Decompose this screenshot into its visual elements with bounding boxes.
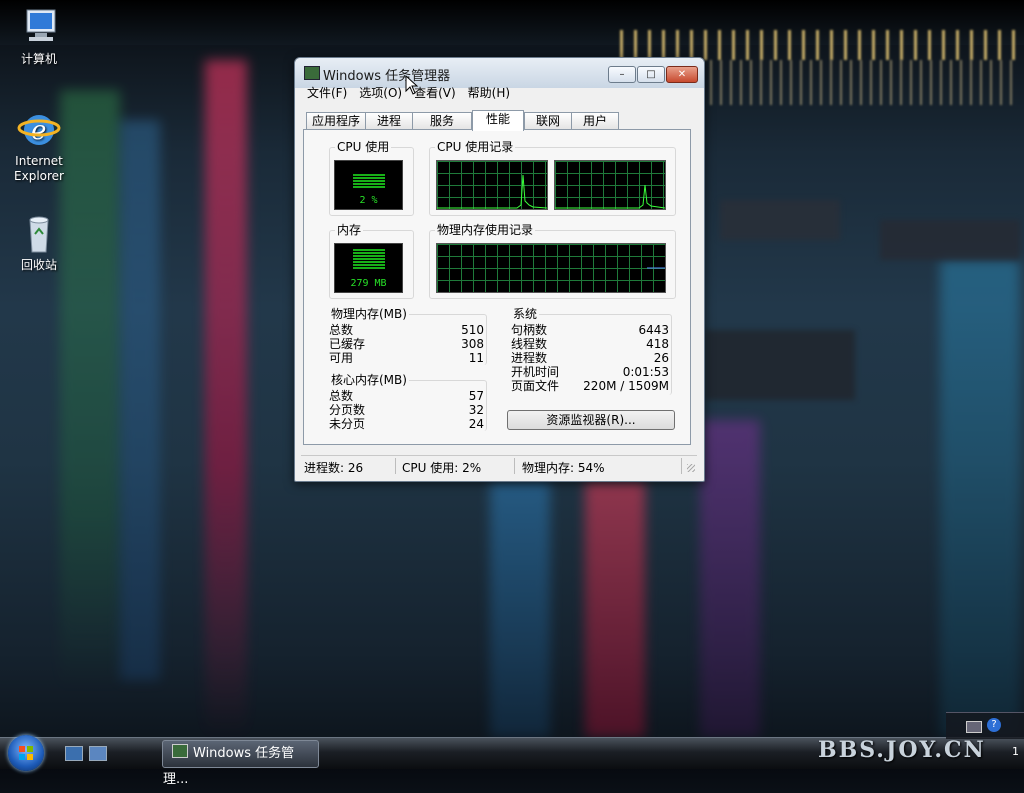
internet-explorer-icon: e xyxy=(17,108,61,150)
system-uptime: 开机时间 0:01:53 xyxy=(511,365,669,379)
cpu-history-title: CPU 使用记录 xyxy=(435,140,516,154)
menu-file[interactable]: 文件(F) xyxy=(301,84,353,102)
cpu-history-graph-core-1 xyxy=(436,160,548,210)
memory-meter: 279 MB xyxy=(334,243,403,293)
resize-grip-icon[interactable] xyxy=(687,464,695,472)
kernel-memory-paged: 分页数 32 xyxy=(329,403,484,417)
memory-history-title: 物理内存使用记录 xyxy=(435,223,536,237)
clock[interactable]: 1 xyxy=(1012,745,1019,758)
system-group: 系统 句柄数 6443 线程数 418 进程数 26 开机时间 0:01:53 页面文件… xyxy=(511,307,672,395)
recycle-bin-icon xyxy=(17,212,61,254)
notification-area: ? 1 xyxy=(946,712,1024,758)
window-title: Windows 任务管理器 xyxy=(323,69,451,84)
desktop-icon-label: 计算机 xyxy=(20,52,57,66)
kernel-memory-total: 总数 57 xyxy=(329,389,484,403)
help-icon[interactable]: ? xyxy=(987,718,1001,732)
cpu-history-graph-core-2 xyxy=(554,160,666,210)
menu-options[interactable]: 选项(O) xyxy=(353,84,408,102)
tab-services[interactable]: 服务 xyxy=(412,112,472,130)
desktop-icon-computer[interactable]: 计算机 xyxy=(0,6,78,67)
memory-meter-bars xyxy=(353,249,385,269)
cpu-meter-bars xyxy=(353,174,385,188)
physical-memory-available: 可用 11 xyxy=(329,351,484,365)
task-manager-taskbar-icon xyxy=(172,744,188,758)
system-processes: 进程数 26 xyxy=(511,351,669,365)
system-page-file: 页面文件 220M / 1509M xyxy=(511,379,669,393)
cpu-usage-group: CPU 使用 2 % xyxy=(329,140,414,216)
taskbar-button-task-manager[interactable]: Windows 任务管理... xyxy=(162,740,319,787)
memory-group: 内存 279 MB xyxy=(329,223,414,299)
cpu-usage-title: CPU 使用 xyxy=(335,140,392,154)
minimize-button[interactable]: – xyxy=(608,66,636,83)
physical-memory-group: 物理内存(MB) 总数 510 已缓存 308 可用 11 xyxy=(329,307,487,365)
windows-logo-icon xyxy=(19,746,33,760)
watermark-text: BBS.JOY.CN xyxy=(818,737,986,763)
show-desktop-icon[interactable] xyxy=(65,746,83,761)
status-memory: 物理内存: 54% xyxy=(522,461,605,475)
maximize-icon: □ xyxy=(646,69,656,80)
resource-monitor-button[interactable]: 资源监视器(R)... xyxy=(507,410,675,430)
kernel-memory-nonpaged: 未分页 24 xyxy=(329,417,484,431)
computer-icon xyxy=(17,6,61,48)
cpu-usage-value: 2 % xyxy=(359,195,378,206)
tab-processes[interactable]: 进程 xyxy=(365,112,413,130)
desktop-icon-recycle-bin[interactable]: 回收站 xyxy=(0,212,78,273)
close-icon: ✕ xyxy=(677,69,687,80)
status-bar: 进程数: 26 CPU 使用: 2% 物理内存: 54% xyxy=(301,455,697,476)
close-button[interactable]: ✕ xyxy=(666,66,698,83)
status-separator xyxy=(681,458,682,474)
kernel-memory-group: 核心内存(MB) 总数 57 分页数 32 未分页 24 xyxy=(329,373,487,431)
performance-panel: CPU 使用 2 % CPU 使用记录 内存 279 MB 物理内存使用记录 物… xyxy=(303,129,691,445)
system-threads: 线程数 418 xyxy=(511,337,669,351)
system-title: 系统 xyxy=(511,307,540,321)
memory-title: 内存 xyxy=(335,223,364,237)
system-handles: 句柄数 6443 xyxy=(511,323,669,337)
desktop-icon-label: 回收站 xyxy=(20,258,57,272)
task-manager-window: Windows 任务管理器 – □ ✕ 文件(F) 选项(O) 查看(V) 帮助(H)… xyxy=(294,57,705,482)
tab-performance[interactable]: 性能 xyxy=(472,110,524,131)
status-cpu: CPU 使用: 2% xyxy=(402,461,482,475)
desktop-icon-internet-explorer[interactable]: e Internet Explorer xyxy=(0,108,78,184)
cpu-history-group: CPU 使用记录 xyxy=(429,140,676,216)
minimize-icon: – xyxy=(619,69,625,80)
physical-memory-cached: 已缓存 308 xyxy=(329,337,484,351)
cpu-usage-meter: 2 % xyxy=(334,160,403,210)
memory-history-graph xyxy=(436,243,666,293)
kernel-memory-title: 核心内存(MB) xyxy=(329,373,409,387)
tab-applications[interactable]: 应用程序 xyxy=(306,112,366,130)
status-separator xyxy=(514,458,515,474)
desktop-icon-label: Internet Explorer xyxy=(14,154,64,183)
switch-windows-icon[interactable] xyxy=(89,746,107,761)
start-button[interactable] xyxy=(8,735,44,771)
physical-memory-title: 物理内存(MB) xyxy=(329,307,409,321)
menu-help[interactable]: 帮助(H) xyxy=(462,84,516,102)
status-separator xyxy=(395,458,396,474)
tab-users[interactable]: 用户 xyxy=(571,112,619,130)
memory-history-group: 物理内存使用记录 xyxy=(429,223,676,299)
status-processes: 进程数: 26 xyxy=(304,461,364,475)
maximize-button[interactable]: □ xyxy=(637,66,665,83)
memory-value: 279 MB xyxy=(350,278,387,289)
physical-memory-total: 总数 510 xyxy=(329,323,484,337)
keyboard-icon[interactable] xyxy=(966,721,982,733)
mouse-cursor-icon xyxy=(405,74,419,98)
tab-networking[interactable]: 联网 xyxy=(524,112,572,130)
task-manager-icon xyxy=(304,66,320,80)
